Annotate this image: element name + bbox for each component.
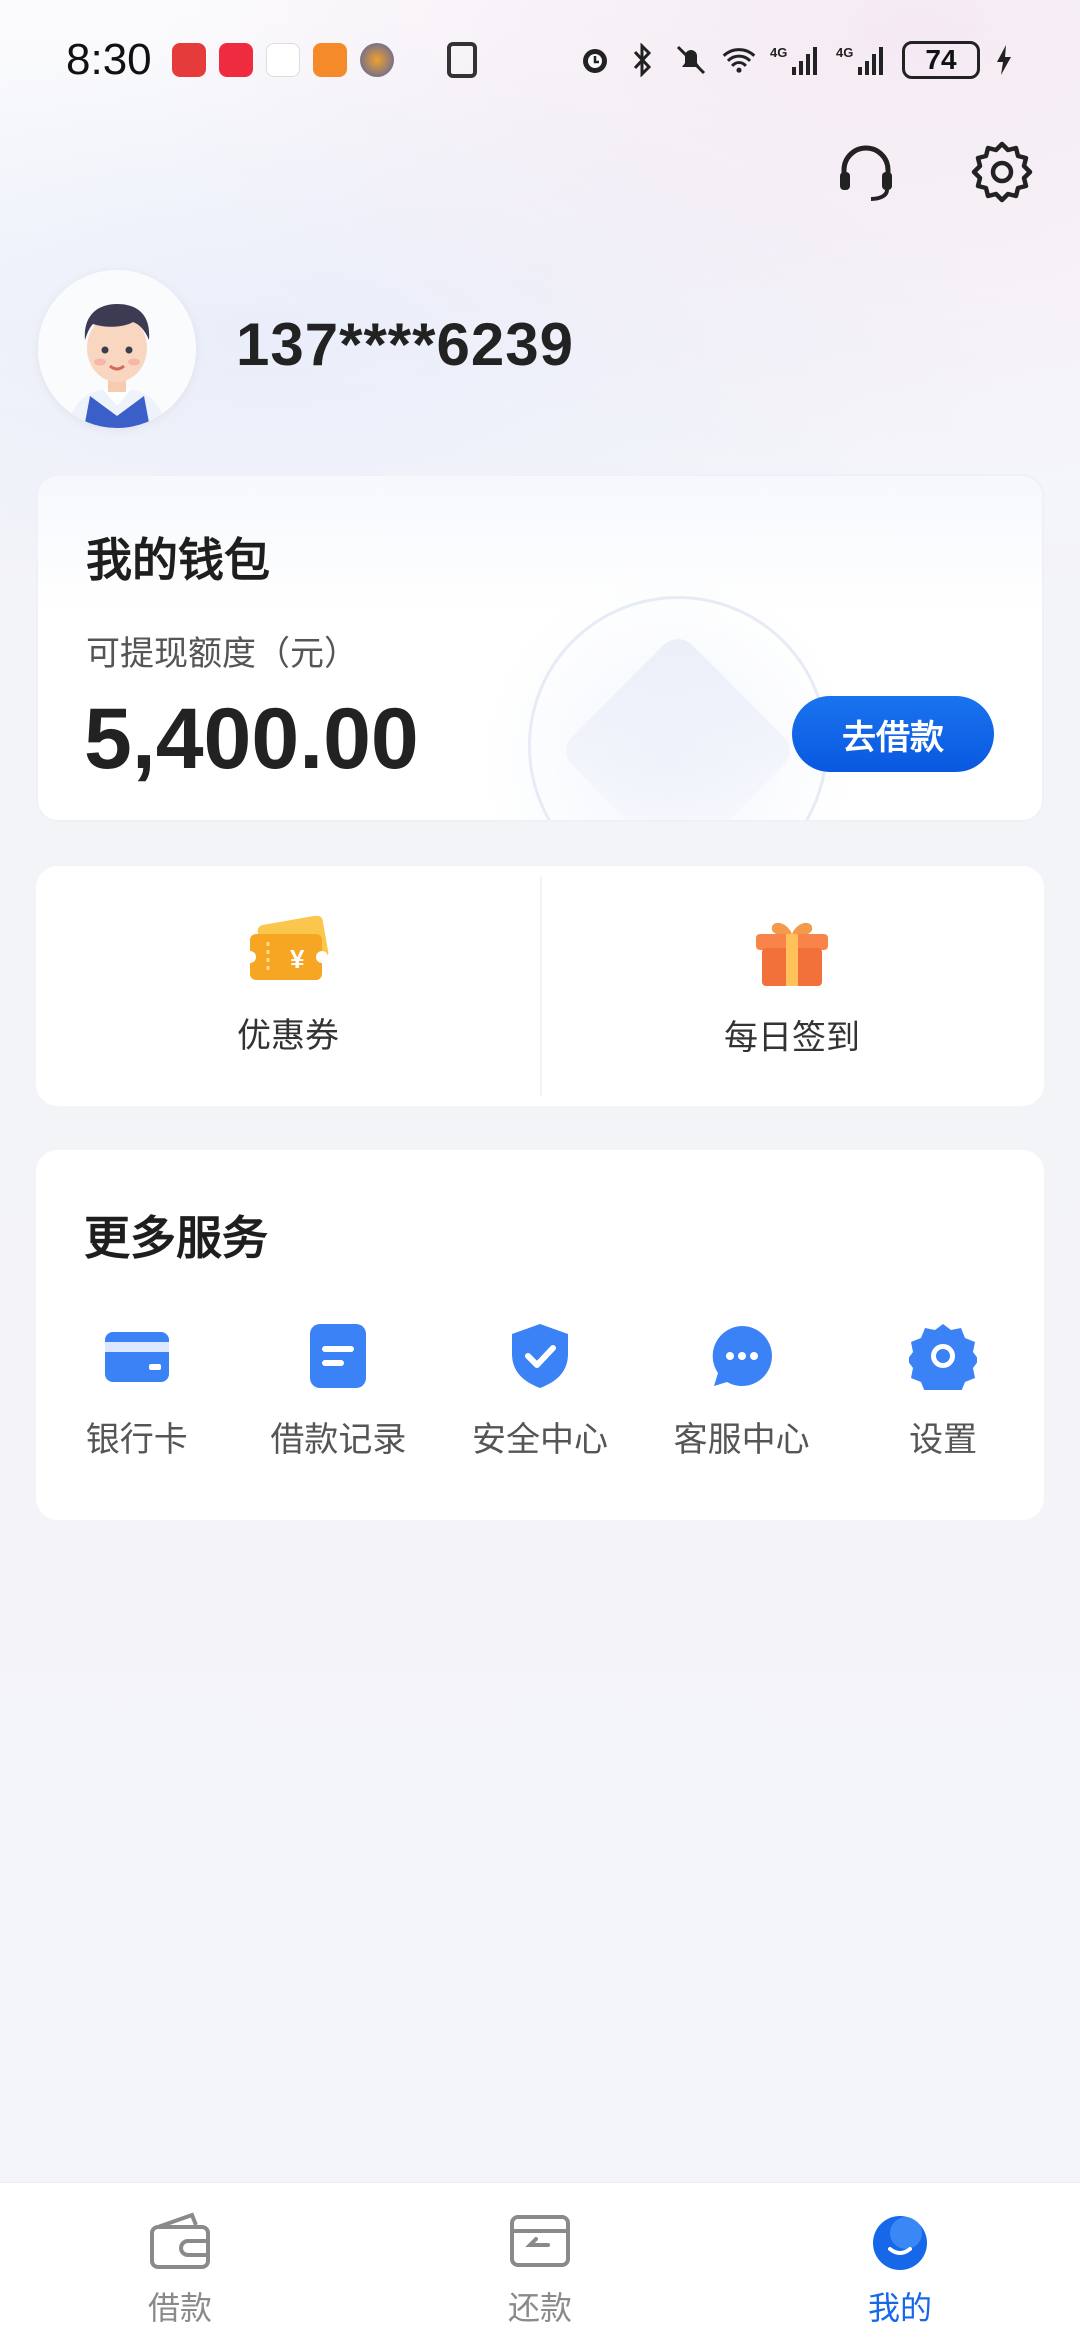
battery-indicator: 74 [902, 41, 980, 79]
signal-4g-icon: 4G [770, 43, 822, 77]
nav-item-borrow-label: 借款 [147, 2289, 212, 2327]
nav-item-mine-label: 我的 [867, 2289, 932, 2327]
wifi-icon [722, 43, 756, 77]
service-loan-record[interactable]: 借款记录 [238, 1322, 440, 1461]
huawei-app-icon [171, 43, 206, 77]
game-app-icon [359, 43, 394, 77]
user-phone: 137****6239 [236, 311, 574, 378]
service-settings[interactable]: 设置 [842, 1322, 1044, 1461]
headset-icon[interactable] [834, 140, 898, 204]
video-app-icon [312, 43, 347, 77]
svg-text:¥: ¥ [290, 944, 305, 974]
service-loan-record-label: 借款记录 [270, 1420, 407, 1460]
nav-item-repay[interactable]: 还款 [360, 2183, 720, 2340]
bluetooth-icon [626, 43, 660, 77]
bottom-nav: 借款 还款 我的 [0, 2182, 1080, 2340]
bank-card-icon [103, 1322, 171, 1390]
mute-icon [674, 43, 708, 77]
nav-item-mine[interactable]: 我的 [720, 2183, 1080, 2340]
quick-actions-card: ¥ 优惠券 每日签到 [36, 866, 1044, 1106]
gear-icon[interactable] [970, 140, 1034, 204]
wallet-icon [148, 2211, 212, 2275]
nav-item-repay-label: 还款 [507, 2289, 572, 2327]
quick-item-coupon-label: 优惠券 [237, 1016, 339, 1056]
quick-item-checkin[interactable]: 每日签到 [540, 866, 1044, 1106]
signal-4g-icon-2: 4G [836, 43, 888, 77]
service-customer-center-label: 客服中心 [673, 1420, 810, 1460]
status-bar: 8:30 4G 4G 74 [0, 0, 1080, 120]
svg-text:4G: 4G [770, 45, 787, 60]
status-icons: 4G 4G 74 [578, 41, 1014, 79]
loan-record-icon [304, 1322, 372, 1390]
service-settings-label: 设置 [909, 1420, 978, 1460]
go-borrow-button[interactable]: 去借款 [792, 696, 994, 772]
service-bank-card[interactable]: 银行卡 [36, 1322, 238, 1461]
wallet-card: 我的钱包 可提现额度（元） 5,400.00 去借款 [36, 474, 1044, 822]
nfc-icon [446, 42, 477, 78]
quick-item-coupon[interactable]: ¥ 优惠券 [36, 866, 540, 1106]
shield-check-icon [506, 1322, 574, 1390]
alarm-icon [578, 43, 612, 77]
service-bank-card-label: 银行卡 [85, 1420, 188, 1460]
service-security-center[interactable]: 安全中心 [439, 1322, 641, 1461]
wallet-title: 我的钱包 [86, 533, 270, 587]
sant-app-icon [265, 43, 300, 77]
repay-icon [508, 2211, 572, 2275]
settings-gear-icon [909, 1322, 978, 1390]
status-time: 8:30 [66, 35, 152, 84]
gift-icon [752, 916, 832, 992]
wallet-amount: 5,400.00 [84, 691, 419, 787]
charging-icon [994, 43, 1014, 77]
svg-text:4G: 4G [836, 45, 853, 60]
services-row: 银行卡 借款记录 安全中心 客服中心 设置 [36, 1322, 1044, 1461]
redbook-app-icon [218, 43, 253, 77]
profile-smile-icon [868, 2211, 932, 2275]
service-security-center-label: 安全中心 [471, 1420, 608, 1460]
quick-item-checkin-label: 每日签到 [724, 1018, 860, 1058]
service-customer-center[interactable]: 客服中心 [641, 1322, 843, 1461]
services-title: 更多服务 [84, 1211, 268, 1265]
chat-bubble-icon [708, 1322, 776, 1390]
services-card: 更多服务 银行卡 借款记录 安全中心 客服中心 设置 [36, 1150, 1044, 1520]
avatar[interactable] [38, 270, 196, 428]
nav-item-borrow[interactable]: 借款 [0, 2183, 360, 2340]
coupon-icon: ¥ [244, 915, 330, 990]
wallet-limit-label: 可提现额度（元） [86, 634, 358, 674]
